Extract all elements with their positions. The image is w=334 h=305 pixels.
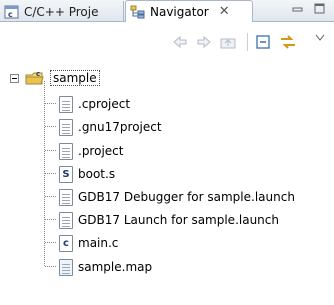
close-tab-icon[interactable]: ✕ — [219, 4, 230, 19]
view-tab-bar: c C/C++ Proje Navigator ✕ — [0, 0, 334, 22]
tab-label: Navigator — [150, 4, 209, 19]
tree-connector — [45, 242, 56, 243]
tree-item[interactable]: S boot.s — [59, 163, 115, 185]
tree-item[interactable]: sample.map — [59, 256, 152, 278]
minimize-icon[interactable] — [292, 3, 304, 18]
tree-item-label: sample.map — [78, 260, 153, 274]
map-file-icon — [59, 258, 73, 276]
tree-connector — [45, 173, 56, 174]
back-icon[interactable] — [170, 33, 190, 51]
tree-item-label: GDB17 Debugger for sample.launch — [78, 190, 295, 204]
tree-item[interactable]: GDB17 Debugger for sample.launch — [59, 186, 295, 208]
tree-item-label: .gnu17project — [78, 120, 162, 134]
text-file-icon — [59, 188, 73, 206]
assembly-file-icon: S — [59, 165, 73, 183]
maximize-icon[interactable] — [314, 3, 326, 18]
tree-connector — [45, 266, 56, 267]
cpp-projects-icon: c — [4, 4, 20, 20]
tab-label: C/C++ Proje — [24, 4, 99, 19]
tree-root-sample[interactable]: c sample — [10, 67, 100, 89]
tab-navigator[interactable]: Navigator ✕ — [125, 0, 253, 22]
toolbar-separator — [247, 33, 248, 51]
c-source-file-icon: c — [59, 234, 73, 252]
tree-item-label: main.c — [78, 236, 119, 250]
tree-connector — [45, 196, 56, 197]
view-menu-icon[interactable] — [310, 29, 330, 47]
tree-item-label: .project — [78, 144, 124, 158]
text-file-icon — [59, 118, 73, 136]
tree-item[interactable]: c main.c — [59, 232, 118, 254]
tree-connector — [45, 103, 56, 104]
svg-text:c: c — [36, 70, 40, 78]
tree-item[interactable]: .cproject — [59, 93, 130, 115]
text-file-icon — [59, 95, 73, 113]
link-with-editor-icon[interactable] — [278, 33, 298, 51]
forward-icon[interactable] — [194, 33, 214, 51]
tree-item-label: GDB17 Launch for sample.launch — [78, 213, 279, 227]
collapse-toggle-icon[interactable] — [10, 73, 19, 83]
tree-item[interactable]: .project — [59, 140, 123, 162]
tree-item-label: .cproject — [78, 97, 131, 111]
tree-connector — [45, 126, 56, 127]
c-project-folder-icon: c — [25, 70, 45, 86]
tree-item[interactable]: GDB17 Launch for sample.launch — [59, 209, 279, 231]
svg-text:c: c — [8, 10, 13, 19]
file-type-glyph: S — [62, 168, 70, 180]
tree-item-label: boot.s — [78, 167, 116, 181]
up-folder-icon[interactable] — [218, 33, 238, 51]
tree-connector — [45, 150, 56, 151]
text-file-icon — [59, 211, 73, 229]
text-file-icon — [59, 142, 73, 160]
navigator-toolbar — [0, 23, 334, 59]
tree-item[interactable]: .gnu17project — [59, 116, 162, 138]
tree-connector — [45, 219, 56, 220]
file-type-glyph: c — [63, 237, 69, 249]
collapse-all-icon[interactable] — [253, 33, 273, 51]
tab-cpp-projects[interactable]: c C/C++ Proje — [0, 1, 124, 22]
navigator-icon — [130, 4, 146, 20]
tree-item-label: sample — [50, 70, 100, 86]
